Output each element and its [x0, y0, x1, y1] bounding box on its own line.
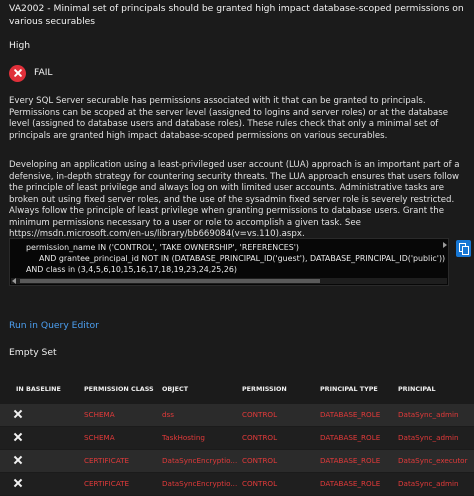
severity-label: High [9, 40, 31, 51]
table-cell: CONTROL [242, 479, 278, 488]
table-cell: CERTIFICATE [84, 456, 130, 465]
query-line-3: AND class in (3,4,5,6,10,15,16,17,18,19,… [26, 265, 237, 274]
query-line-2: AND grantee_principal_id NOT IN (DATABAS… [39, 254, 446, 263]
scroll-left-arrow-icon[interactable] [12, 278, 16, 284]
column-header[interactable]: PERMISSION [242, 385, 287, 393]
fail-x-icon [9, 64, 26, 82]
rule-title: VA2002 - Minimal set of principals shoul… [9, 3, 464, 27]
x-mark-icon [14, 456, 22, 464]
query-code-box[interactable]: permission_name IN ('CONTROL', 'TAKE OWN… [9, 238, 449, 286]
table-cell: DataSync_admin [398, 433, 459, 442]
table-row[interactable]: SCHEMA TaskHosting CONTROL DATABASE_ROLE… [0, 427, 474, 449]
scroll-right-arrow-icon[interactable] [443, 242, 447, 248]
horizontal-scrollbar[interactable] [11, 278, 447, 284]
table-cell: DataSyncEncryptio... [162, 456, 238, 465]
table-cell: CONTROL [242, 433, 278, 442]
table-cell: TaskHosting [162, 433, 205, 442]
column-header[interactable]: PRINCIPAL [398, 385, 436, 393]
table-cell: DataSync_admin [398, 479, 459, 488]
column-header[interactable]: PRINCIPAL TYPE [320, 385, 378, 393]
query-line-1: permission_name IN ('CONTROL', 'TAKE OWN… [26, 243, 299, 252]
x-mark-icon [14, 479, 22, 487]
run-in-query-editor-link[interactable]: Run in Query Editor [9, 320, 99, 332]
table-cell: CONTROL [242, 456, 278, 465]
scrollbar-thumb[interactable] [20, 279, 320, 283]
table-cell: DATABASE_ROLE [320, 433, 381, 442]
description-paragraph-1: Every SQL Server securable has permissio… [9, 96, 448, 141]
column-header[interactable]: OBJECT [162, 385, 188, 393]
status-text: FAIL [34, 66, 53, 78]
table-cell: CONTROL [242, 410, 278, 419]
empty-set-label: Empty Set [9, 347, 57, 358]
table-cell: DataSync_admin [398, 410, 459, 419]
table-row[interactable]: CERTIFICATE DataSyncEncryptio... CONTROL… [0, 450, 474, 472]
table-cell: DataSync_executor [398, 456, 468, 465]
column-header[interactable]: IN BASELINE [16, 385, 61, 393]
table-row[interactable]: CERTIFICATE DataSyncEncryptio... CONTROL… [0, 473, 474, 495]
table-row[interactable]: SCHEMA dss CONTROL DATABASE_ROLE DataSyn… [0, 404, 474, 426]
table-cell: DataSyncEncryptio... [162, 479, 238, 488]
column-header[interactable]: PERMISSION CLASS [84, 385, 154, 393]
table-cell: SCHEMA [84, 433, 115, 442]
table-header: IN BASELINE PERMISSION CLASS OBJECT PERM… [0, 376, 474, 404]
copy-query-button[interactable] [456, 240, 471, 257]
copy-icon-front [462, 246, 469, 255]
table-cell: DATABASE_ROLE [320, 410, 381, 419]
x-mark-icon [14, 433, 22, 441]
status-indicator: FAIL [9, 64, 53, 82]
table-cell: dss [162, 410, 175, 419]
table-cell: DATABASE_ROLE [320, 456, 381, 465]
table-cell: CERTIFICATE [84, 479, 130, 488]
table-cell: DATABASE_ROLE [320, 479, 381, 488]
x-mark-icon [14, 410, 22, 418]
table-cell: SCHEMA [84, 410, 115, 419]
description-paragraph-2: Developing an application using a least-… [9, 160, 460, 240]
